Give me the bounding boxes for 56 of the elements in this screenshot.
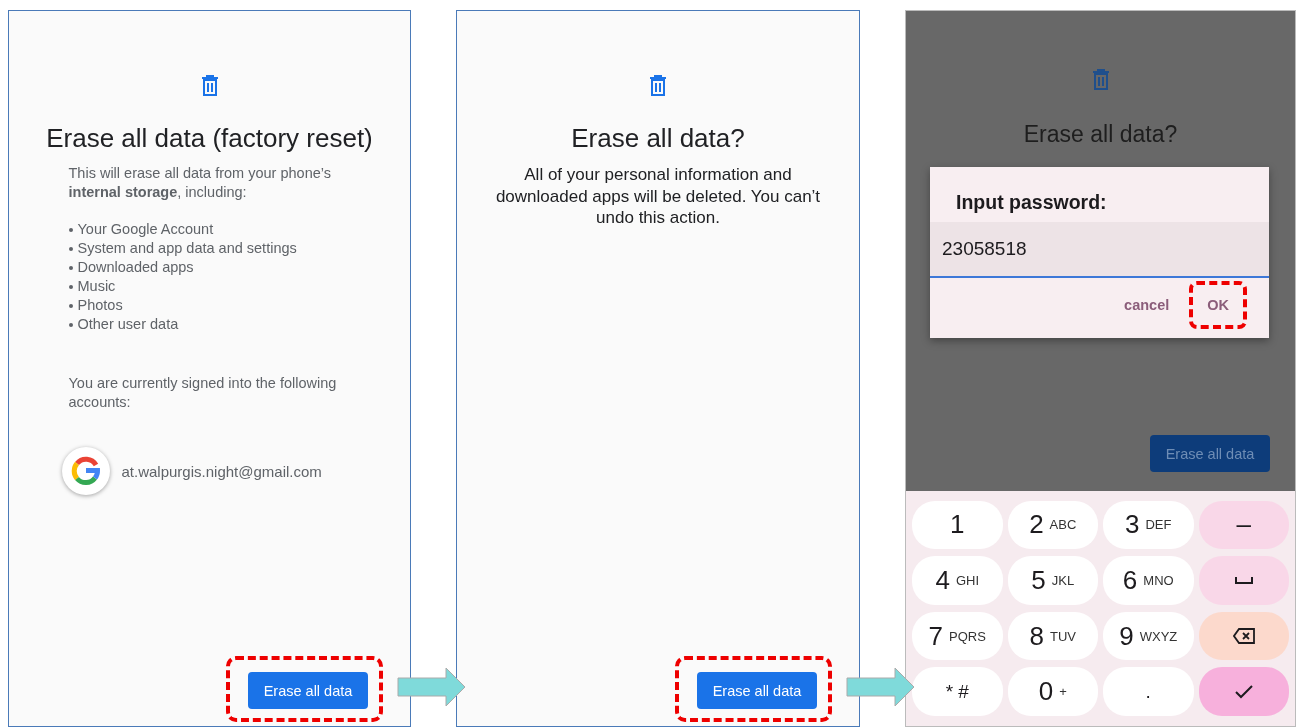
key-letters: GHI <box>955 573 980 589</box>
dialog-title: Input password: <box>956 191 1108 214</box>
keypad-key[interactable]: 7 PQRS <box>912 611 1003 661</box>
key-letters: JKL <box>1051 573 1075 589</box>
backspace-icon[interactable] <box>1232 628 1255 645</box>
keypad-key[interactable]: 3 DEF <box>1103 500 1194 550</box>
keypad-key[interactable]: 4 GHI <box>912 556 1003 605</box>
keypad-key[interactable]: 6 MNO <box>1103 556 1194 605</box>
erase-list-item: Downloaded apps <box>77 258 194 277</box>
keypad-key[interactable]: 1 <box>912 500 1003 550</box>
key-letters: + <box>1059 684 1067 700</box>
erase-list-item: System and app data and settings <box>77 239 297 258</box>
keypad-key[interactable]: . <box>1103 667 1194 716</box>
trash-icon <box>1091 69 1110 91</box>
key-letters: WXYZ <box>1139 628 1178 644</box>
trash-icon <box>200 75 219 97</box>
keypad-key[interactable]: 0 + <box>1007 667 1098 716</box>
screen-title: Erase all data? <box>1023 121 1178 148</box>
bullet-icon <box>68 266 73 270</box>
flow-arrow <box>397 667 467 707</box>
erase-list-item: Other user data <box>77 315 179 334</box>
accounts-note: You are currently signed into the following accounts: <box>68 374 338 412</box>
bullet-icon <box>68 304 73 308</box>
bullet-icon <box>68 228 73 232</box>
keypad-key[interactable]: 2 ABC <box>1007 500 1098 550</box>
key-letters: TUV <box>1050 628 1076 644</box>
warning-text: All of your personal information and downloaded apps will be deleted. You can’t undo this action. <box>494 164 822 229</box>
keypad-key[interactable]: 5 JKL <box>1007 556 1098 605</box>
password-field[interactable]: 23058518 <box>930 222 1269 278</box>
trash-icon <box>649 75 667 97</box>
g-logo-icon <box>70 456 101 486</box>
screen-title: Erase all data? <box>571 123 745 154</box>
bullet-icon <box>68 285 73 289</box>
dialog-action[interactable]: OK <box>1189 281 1247 329</box>
keypad-key[interactable]: – <box>1198 500 1289 550</box>
erase-list-item: Your Google Account <box>77 220 214 239</box>
intro-text: This will erase all data from your phone’s internal storage, including: <box>68 164 332 202</box>
keypad-key[interactable]: 9 WXYZ <box>1103 611 1194 661</box>
bullet-icon <box>68 247 73 251</box>
account-email: at.walpurgis.night@gmail.com <box>121 462 322 480</box>
space-key-icon[interactable] <box>1234 577 1253 585</box>
key-letters: PQRS <box>949 628 986 644</box>
dialog-action[interactable]: cancel <box>1106 281 1188 329</box>
erase-all-data-button[interactable]: Erase all data <box>697 672 817 709</box>
erase-list-item: Music <box>77 277 116 296</box>
erase-all-data-button[interactable]: Erase all data <box>248 672 368 709</box>
key-letters: ABC <box>1049 517 1077 533</box>
check-icon[interactable] <box>1234 684 1253 699</box>
key-letters: MNO <box>1143 573 1174 589</box>
key-letters: DEF <box>1145 517 1172 533</box>
screen-title: Erase all data (factory reset) <box>46 123 373 154</box>
flow-arrow <box>846 667 916 707</box>
keypad-key[interactable]: * # <box>912 667 1003 716</box>
bullet-icon <box>68 323 73 327</box>
keypad-key[interactable]: 8 TUV <box>1007 611 1098 661</box>
erase-list-item: Photos <box>77 296 123 315</box>
